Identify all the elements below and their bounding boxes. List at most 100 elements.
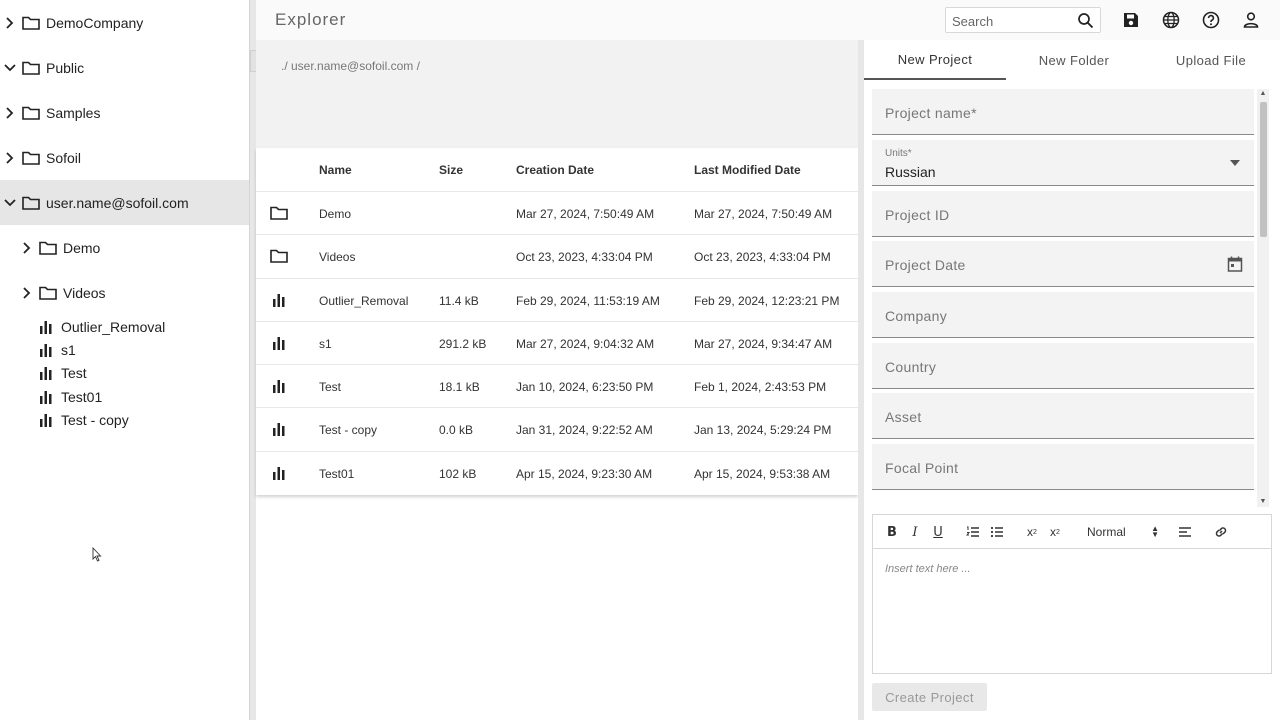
italic-icon[interactable]: I	[908, 523, 922, 541]
help-icon[interactable]	[1201, 10, 1221, 30]
column-header-creation-date[interactable]: Creation Date	[516, 163, 594, 177]
bar-chart-icon	[270, 420, 288, 438]
file-size: 18.1 kB	[439, 380, 480, 395]
tree-item-label: Sofoil	[46, 149, 82, 166]
form-scrollbar[interactable]: ▲ ▼	[1257, 89, 1269, 507]
column-header-last-modified[interactable]: Last Modified Date	[694, 163, 801, 177]
creation-date: Mar 27, 2024, 7:50:49 AM	[516, 207, 655, 221]
file-name: Test01	[319, 466, 355, 481]
dropdown-arrow-icon[interactable]	[1226, 154, 1244, 172]
column-header-name[interactable]: Name	[319, 163, 352, 177]
tab-new-folder[interactable]: New Folder	[1006, 40, 1142, 80]
file-list-pane: ./ user.name@sofoil.com / Name Size Crea…	[256, 40, 860, 720]
project-date-placeholder: Project Date	[885, 257, 966, 273]
file-size: 11.4 kB	[439, 293, 479, 308]
tree-item-test-copy[interactable]: Test - copy	[38, 408, 129, 431]
units-select[interactable]: Units* Russian	[872, 140, 1254, 186]
creation-date: Feb 29, 2024, 11:53:19 AM	[516, 293, 660, 308]
scroll-down-arrow-icon[interactable]: ▼	[1259, 498, 1267, 506]
globe-icon[interactable]	[1161, 10, 1181, 30]
chevron-right-icon[interactable]	[0, 148, 20, 168]
focal-point-field[interactable]: Focal Point	[872, 444, 1254, 490]
align-left-icon[interactable]	[1177, 523, 1193, 541]
account-icon[interactable]	[1241, 10, 1261, 30]
table-row[interactable]: Demo Mar 27, 2024, 7:50:49 AM Mar 27, 2024…	[256, 192, 858, 236]
column-header-size[interactable]: Size	[439, 163, 463, 177]
scrollbar-thumb[interactable]	[1260, 102, 1267, 237]
format-select[interactable]: Normal ▲ ▼	[1087, 523, 1159, 541]
chevron-right-icon[interactable]	[0, 13, 20, 33]
editor-text-area[interactable]: Insert text here ...	[885, 563, 971, 575]
tree-item-sofoil[interactable]: Sofoil	[0, 135, 249, 180]
project-date-field[interactable]: Project Date	[872, 241, 1254, 287]
file-list-header: ./ user.name@sofoil.com /	[256, 40, 860, 148]
tree-item-outlier-removal[interactable]: Outlier_Removal	[38, 315, 165, 338]
bar-chart-icon	[38, 319, 54, 335]
app-title: Explorer	[275, 10, 347, 29]
file-name: Demo	[319, 207, 352, 221]
folder-icon	[22, 149, 40, 167]
underline-icon[interactable]: U	[931, 523, 945, 541]
bar-chart-icon	[270, 464, 288, 482]
bar-chart-icon	[38, 342, 54, 358]
tab-new-project[interactable]: New Project	[864, 40, 1006, 80]
company-field[interactable]: Company	[872, 292, 1254, 338]
breadcrumb[interactable]: ./ user.name@sofoil.com /	[281, 59, 420, 73]
tree-item-samples[interactable]: Samples	[0, 90, 249, 135]
editor-toolbar: B I U x2 x2 Normal ▲ ▼	[873, 515, 1271, 549]
explorer-app: DemoCompany Public Samples Sofoil user.n…	[0, 0, 1280, 720]
create-project-button[interactable]: Create Project	[872, 683, 987, 711]
table-row[interactable]: Test01 102 kB Apr 15, 2024, 9:23:30 AM Apr …	[256, 452, 858, 495]
chevron-right-icon[interactable]	[17, 238, 37, 258]
tree-item-test01[interactable]: Test01	[38, 385, 102, 408]
tree-item-test[interactable]: Test	[38, 361, 87, 384]
link-icon[interactable]	[1213, 523, 1229, 541]
table-row[interactable]: s1 291.2 kB Mar 27, 2024, 9:04:32 AM Mar 27…	[256, 322, 858, 366]
bullet-list-icon[interactable]	[989, 523, 1005, 541]
modified-date: Feb 29, 2024, 12:23:21 PM	[694, 293, 840, 308]
table-row[interactable]: Test - copy 0.0 kB Jan 31, 2024, 9:22:52 A…	[256, 408, 858, 452]
search-box[interactable]	[945, 7, 1101, 33]
chevron-right-icon[interactable]	[0, 103, 20, 123]
tree-item-demo[interactable]: Demo	[0, 225, 249, 270]
calendar-icon[interactable]	[1226, 255, 1244, 273]
tree-item-user-folder[interactable]: user.name@sofoil.com	[0, 180, 249, 225]
search-input[interactable]	[952, 12, 1072, 30]
creation-date: Jan 31, 2024, 9:22:52 AM	[516, 423, 653, 438]
chevron-down-icon[interactable]	[0, 58, 20, 78]
project-form: Project name* Units* Russian Project ID …	[872, 89, 1254, 491]
ordered-list-icon[interactable]	[965, 523, 981, 541]
table-row[interactable]: Videos Oct 23, 2023, 4:33:04 PM Oct 23, 20…	[256, 235, 858, 279]
tree-item-public[interactable]: Public	[0, 45, 249, 90]
bar-chart-icon	[38, 365, 54, 381]
tree-item-democompany[interactable]: DemoCompany	[0, 0, 249, 45]
folder-icon	[39, 239, 57, 257]
tree-item-videos[interactable]: Videos	[0, 270, 249, 315]
scroll-up-arrow-icon[interactable]: ▲	[1259, 90, 1267, 98]
chevron-right-icon[interactable]	[17, 283, 37, 303]
save-icon[interactable]	[1121, 10, 1141, 30]
superscript-icon[interactable]: x2	[1047, 523, 1063, 541]
search-icon[interactable]	[1077, 12, 1094, 34]
project-name-placeholder: Project name*	[885, 105, 977, 121]
tab-upload-file[interactable]: Upload File	[1142, 40, 1280, 80]
tree-item-label: Videos	[63, 284, 106, 301]
folder-icon	[39, 284, 57, 302]
subscript-icon[interactable]: x2	[1024, 523, 1040, 541]
tree-item-s1[interactable]: s1	[38, 338, 76, 361]
asset-field[interactable]: Asset	[872, 393, 1254, 439]
country-field[interactable]: Country	[872, 343, 1254, 389]
project-name-field[interactable]: Project name*	[872, 89, 1254, 135]
bar-chart-icon	[270, 377, 288, 395]
chevron-down-icon[interactable]	[0, 193, 20, 213]
top-bar: Explorer	[256, 0, 1280, 40]
table-row[interactable]: Test 18.1 kB Jan 10, 2024, 6:23:50 PM Feb 1…	[256, 365, 858, 409]
bold-icon[interactable]: B	[885, 523, 899, 541]
project-id-field[interactable]: Project ID	[872, 191, 1254, 237]
file-name: Test - copy	[319, 423, 378, 438]
folder-tree-sidebar: DemoCompany Public Samples Sofoil user.n…	[0, 0, 250, 720]
modified-date: Feb 1, 2024, 2:43:53 PM	[694, 380, 827, 395]
file-size: 291.2 kB	[439, 336, 487, 351]
table-row[interactable]: Outlier_Removal 11.4 kB Feb 29, 2024, 11:5…	[256, 279, 858, 322]
folder-icon	[22, 104, 40, 122]
